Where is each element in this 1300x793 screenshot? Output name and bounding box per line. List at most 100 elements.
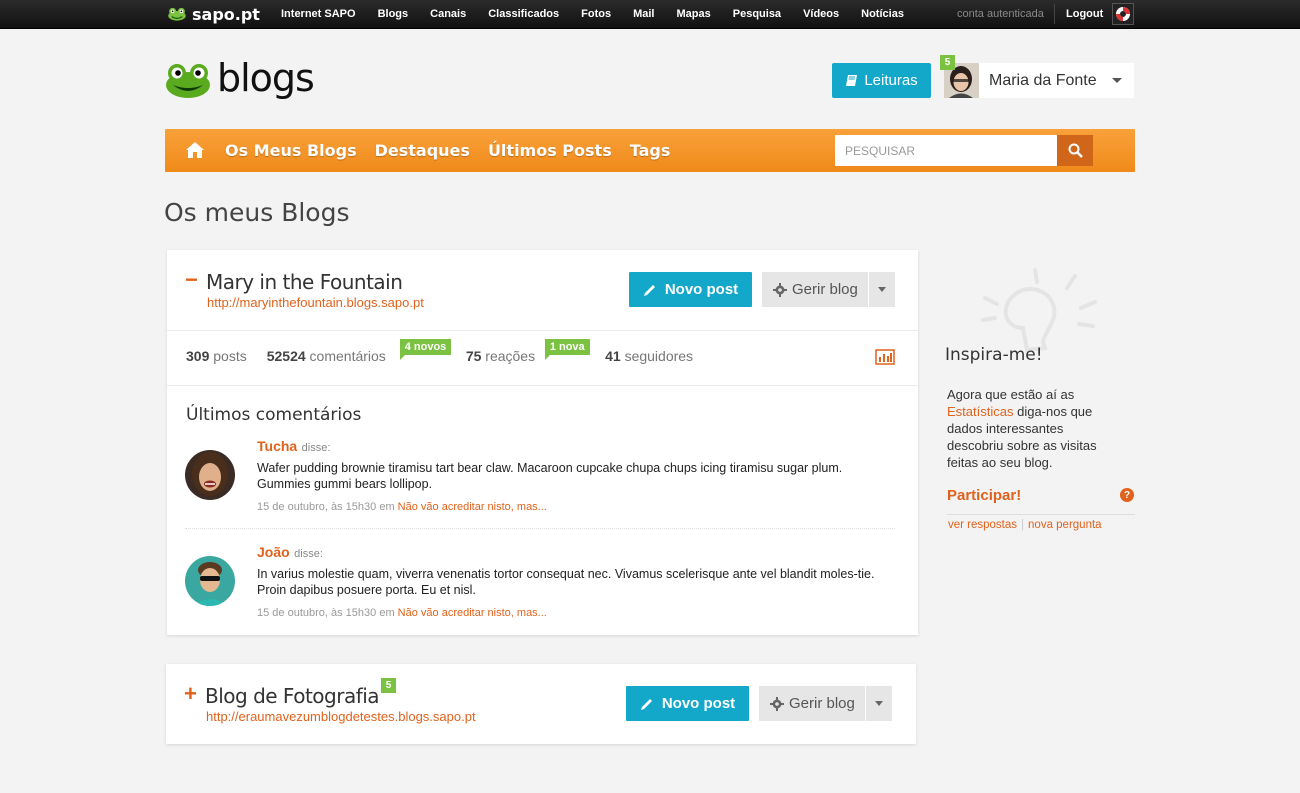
logout-link[interactable]: Logout [1066, 8, 1103, 20]
top-links: Internet SAPO Blogs Canais Classificados… [281, 8, 926, 20]
sapo-brand-text: sapo.pt [192, 4, 260, 24]
gerir-blog-dropdown[interactable] [866, 686, 892, 721]
sidebar-text: Agora que estão aí as Estatísticas diga-… [947, 387, 1097, 470]
blog-name[interactable]: Mary in the Fountain [206, 270, 403, 294]
lifebuoy-icon [1116, 7, 1130, 21]
user-name: Maria da Fonte [989, 71, 1097, 89]
blog-name[interactable]: Blog de Fotografia [205, 684, 380, 708]
top-link-pesquisa[interactable]: Pesquisa [733, 8, 781, 20]
stat-posts[interactable]: 309 posts [186, 348, 247, 364]
nav-item-tags[interactable]: Tags [630, 141, 671, 160]
leituras-button[interactable]: Leituras [832, 63, 931, 98]
book-icon [846, 75, 858, 86]
search-icon [1068, 143, 1083, 158]
collapse-toggle[interactable]: − [185, 269, 198, 291]
comment-date: 15 de outubro, às 15h30 em [257, 607, 395, 619]
estatisticas-link[interactable]: Estatísticas [947, 404, 1013, 419]
chevron-down-icon [877, 287, 886, 292]
gerir-blog-label: Gerir blog [792, 281, 858, 298]
divider [167, 385, 918, 386]
stat-followers[interactable]: 41 seguidores [605, 348, 693, 364]
blogs-logo[interactable]: blogs [165, 56, 315, 100]
sidebar-title: Inspira-me! [945, 345, 1043, 365]
comment-date: 15 de outubro, às 15h30 em [257, 501, 395, 513]
novo-post-label: Novo post [661, 695, 736, 712]
sidebar-links: ver respostas | nova pergunta [948, 519, 1102, 531]
search-button[interactable] [1057, 135, 1093, 166]
nav-item-ultimos-posts[interactable]: Últimos Posts [488, 141, 612, 160]
top-link-mail[interactable]: Mail [633, 8, 654, 20]
gerir-blog-button: Gerir blog [759, 686, 892, 721]
top-link-canais[interactable]: Canais [430, 8, 466, 20]
user-menu[interactable]: Maria da Fonte [944, 63, 1134, 98]
sapo-logo[interactable]: sapo.pt [166, 4, 260, 24]
blogs-logo-text: blogs [217, 56, 315, 100]
user-caret-icon [1112, 78, 1122, 83]
leituras-label: Leituras [864, 72, 918, 89]
commenter-avatar[interactable] [185, 556, 235, 606]
comment-post-link[interactable]: Não vão acreditar nisto, mas... [398, 501, 547, 513]
nova-pergunta-link[interactable]: nova pergunta [1028, 519, 1102, 531]
nav-item-os-meus-blogs[interactable]: Os Meus Blogs [225, 141, 357, 160]
new-reactions-tag: 1 nova [544, 339, 590, 360]
frog-icon [168, 7, 186, 21]
stat-comments[interactable]: 52524 comentários 4 novos [267, 339, 452, 364]
frog-logo-icon [166, 64, 210, 98]
gerir-blog-button: Gerir blog [762, 272, 895, 307]
search-box [835, 135, 1093, 166]
blog-badge: 5 [381, 678, 396, 693]
commenter-avatar[interactable] [185, 450, 235, 500]
comment-said: disse: [301, 442, 331, 454]
home-icon[interactable] [185, 141, 205, 159]
gerir-blog-main[interactable]: Gerir blog [762, 272, 869, 307]
top-link-internet-sapo[interactable]: Internet SAPO [281, 8, 356, 20]
pencil-icon [640, 698, 652, 710]
gear-icon [770, 696, 784, 711]
top-link-videos[interactable]: Vídeos [803, 8, 839, 20]
gerir-blog-main[interactable]: Gerir blog [759, 686, 866, 721]
comment-text: In varius molestie quam, viverra venenat… [257, 567, 875, 597]
user-notification-badge[interactable]: 5 [940, 55, 955, 70]
chevron-down-icon [874, 701, 883, 706]
comments-section-title: Últimos comentários [186, 405, 362, 425]
gear-icon [773, 282, 787, 297]
pencil-icon [643, 284, 655, 296]
comment-body: Tucha disse: Wafer pudding brownie tiram… [257, 438, 897, 513]
statistics-chart-icon[interactable] [875, 349, 895, 365]
comment-meta: 15 de outubro, às 15h30 em Não vão acred… [257, 501, 897, 513]
divider [167, 330, 918, 331]
nav-item-destaques[interactable]: Destaques [375, 141, 470, 160]
top-link-fotos[interactable]: Fotos [581, 8, 611, 20]
comment-body: João disse: In varius molestie quam, viv… [257, 544, 897, 619]
novo-post-label: Novo post [664, 281, 739, 298]
participar-link[interactable]: Participar! [947, 487, 1021, 504]
top-link-classificados[interactable]: Classificados [488, 8, 559, 20]
search-input[interactable] [835, 135, 1057, 166]
new-comments-tag: 4 novos [399, 339, 452, 360]
novo-post-button[interactable]: Novo post [626, 686, 749, 721]
page-title: Os meus Blogs [164, 198, 350, 227]
ver-respostas-link[interactable]: ver respostas [948, 519, 1017, 531]
stat-reactions[interactable]: 75 reações 1 nova [466, 339, 590, 364]
blog-url[interactable]: http://maryinthefountain.blogs.sapo.pt [207, 295, 424, 310]
comment-author[interactable]: Tucha [257, 438, 297, 454]
help-lifebuoy-button[interactable] [1112, 3, 1134, 25]
main-nav: Os Meus Blogs Destaques Últimos Posts Ta… [165, 129, 1135, 172]
top-bar: sapo.pt Internet SAPO Blogs Canais Class… [0, 0, 1300, 29]
comment-post-link[interactable]: Não vão acreditar nisto, mas... [398, 607, 547, 619]
topbar-divider [1054, 4, 1055, 24]
expand-toggle[interactable]: + [184, 683, 197, 705]
gerir-blog-label: Gerir blog [789, 695, 855, 712]
blog-stats: 309 posts 52524 comentários 4 novos 75 r… [186, 339, 713, 364]
comment-author[interactable]: João [257, 544, 290, 560]
comment-text: Wafer pudding brownie tiramisu tart bear… [257, 461, 843, 491]
blog-url[interactable]: http://eraumavezumblogdetestes.blogs.sap… [206, 709, 476, 724]
top-link-mapas[interactable]: Mapas [677, 8, 711, 20]
novo-post-button[interactable]: Novo post [629, 272, 752, 307]
question-icon[interactable]: ? [1120, 488, 1134, 502]
pipe-separator: | [1021, 519, 1025, 531]
top-link-blogs[interactable]: Blogs [378, 8, 409, 20]
top-link-noticias[interactable]: Notícias [861, 8, 904, 20]
sidebar-divider [947, 514, 1135, 515]
gerir-blog-dropdown[interactable] [869, 272, 895, 307]
